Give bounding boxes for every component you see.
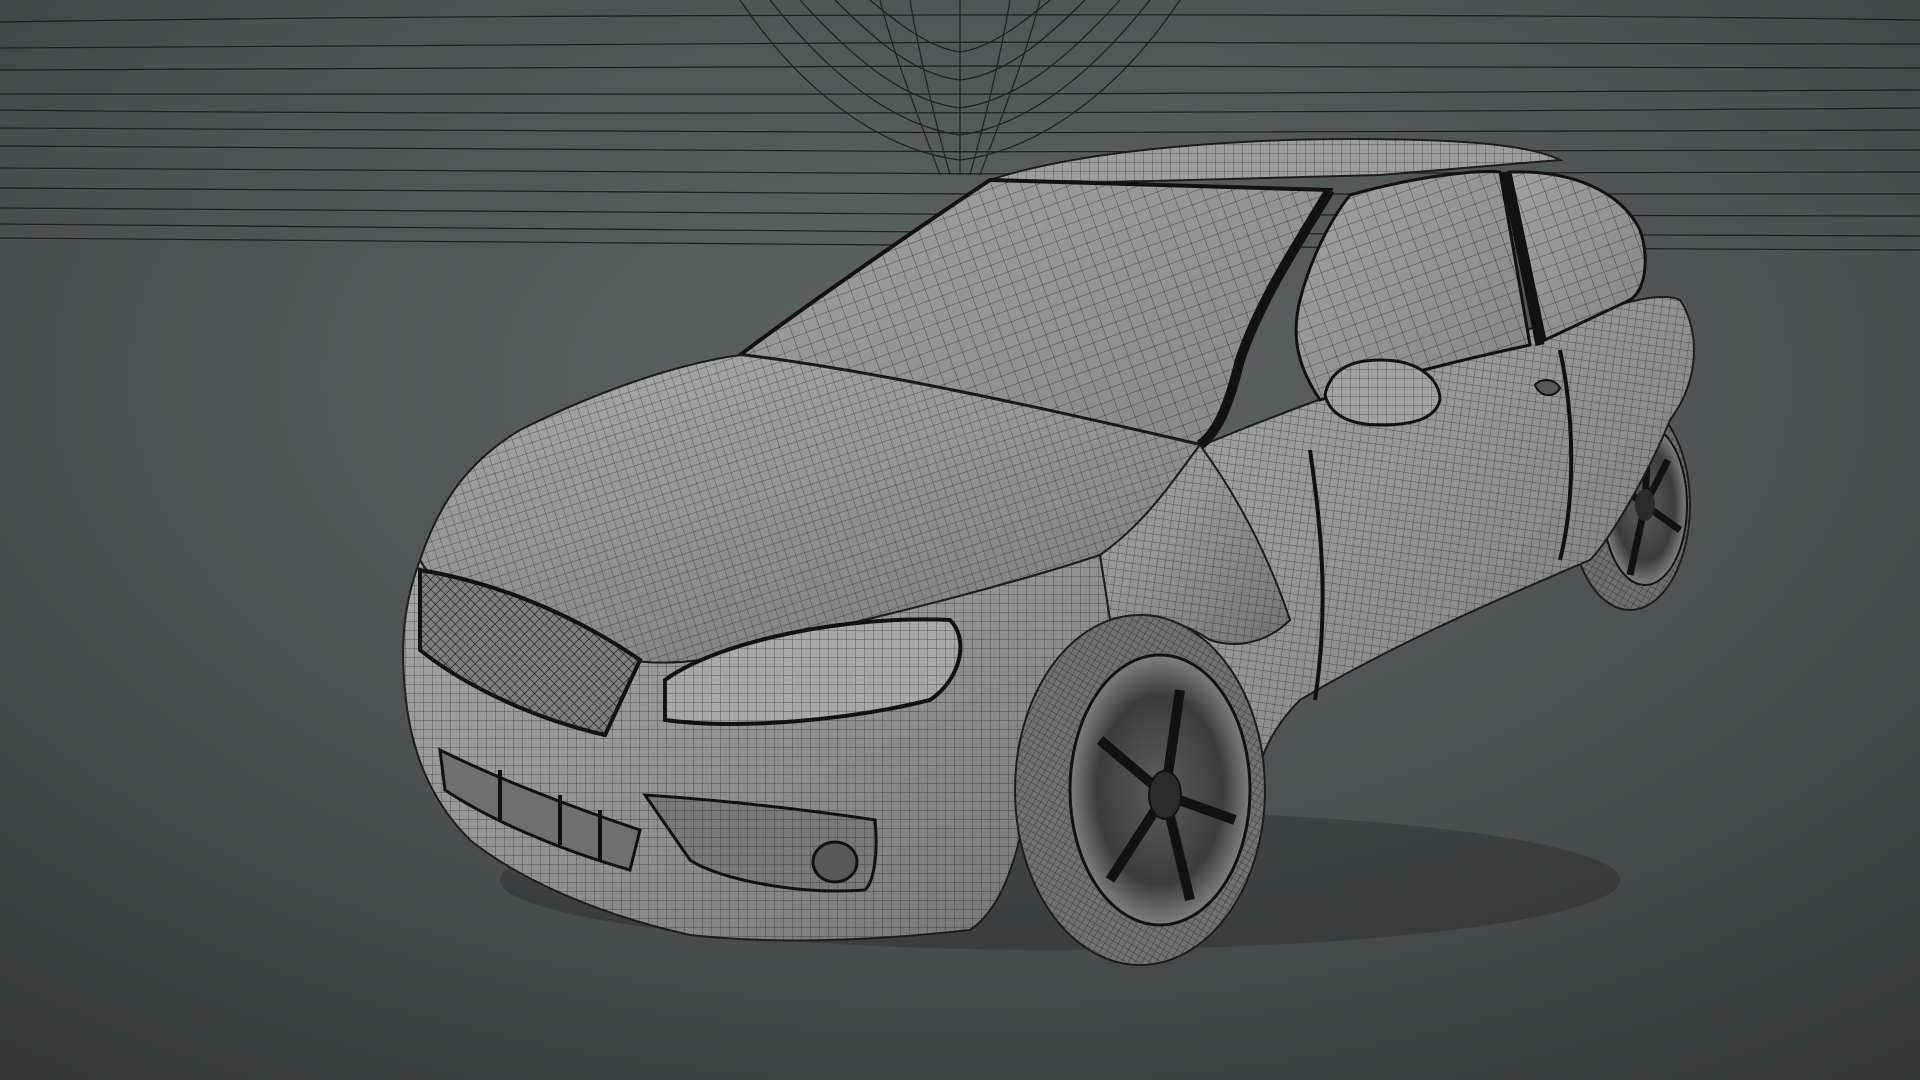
wheel-hub [1148, 770, 1182, 820]
3d-viewport[interactable] [0, 0, 1920, 1080]
viewport-canvas[interactable] [0, 0, 1920, 1080]
front-wheel[interactable] [1014, 614, 1266, 966]
fog-lamp[interactable] [811, 840, 859, 884]
